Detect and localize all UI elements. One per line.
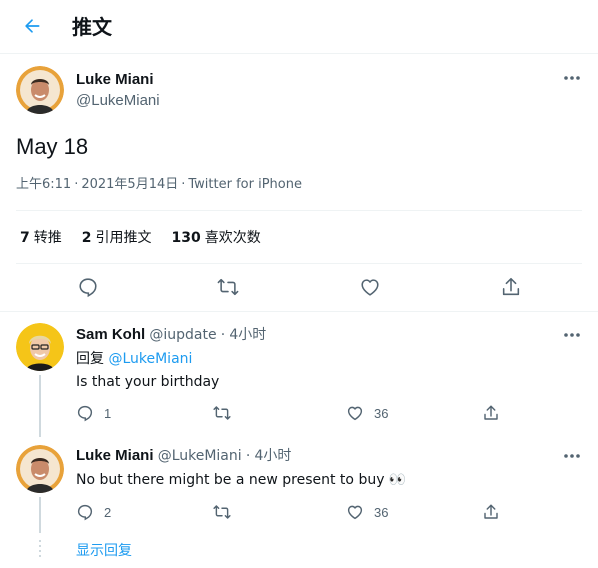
retweet-icon: [213, 406, 231, 420]
retweet-button[interactable]: [216, 275, 240, 299]
like-button[interactable]: 36: [346, 502, 388, 522]
meta-separator: ·: [181, 177, 186, 192]
retweets-stat[interactable]: 7 转推: [20, 228, 62, 248]
reply-author[interactable]: Sam Kohl @iupdate · 4小时: [76, 325, 266, 345]
like-button[interactable]: [358, 275, 382, 299]
more-icon[interactable]: [560, 446, 584, 466]
back-button[interactable]: [16, 10, 48, 42]
reply-icon: [77, 504, 93, 521]
thread-line: [39, 497, 41, 533]
reply-time[interactable]: 4小时: [229, 327, 266, 343]
thread-line: [39, 375, 41, 437]
thread-dots: [39, 540, 41, 558]
like-icon: [361, 279, 379, 296]
retweet-button[interactable]: [212, 502, 242, 522]
avatar-image: [16, 323, 64, 371]
reply-icon: [79, 278, 97, 298]
reply-button[interactable]: 2: [76, 502, 111, 522]
meta-separator: ·: [245, 448, 251, 464]
reply-text: No but there might be a new present to b…: [76, 472, 407, 488]
replying-to: 回复 @LukeMiani: [76, 349, 192, 369]
show-replies-link[interactable]: 显示回复: [76, 541, 132, 561]
share-button[interactable]: [482, 502, 500, 522]
avatar[interactable]: [16, 445, 64, 493]
like-count: 36: [374, 504, 389, 520]
reply-icon: [77, 405, 93, 422]
tweet-source[interactable]: Twitter for iPhone: [188, 177, 302, 192]
meta-separator: ·: [74, 177, 79, 192]
tweet-text: May 18: [16, 134, 89, 159]
reply-text: Is that your birthday: [76, 374, 220, 390]
avatar[interactable]: [16, 66, 64, 114]
avatar-image: [16, 445, 64, 493]
reply-button[interactable]: 1: [76, 403, 111, 423]
divider: [16, 263, 582, 264]
reply-author-name[interactable]: Luke Miani: [76, 447, 154, 464]
reply-author-handle[interactable]: @LukeMiani: [158, 448, 242, 464]
like-count: 36: [374, 405, 389, 421]
replying-to-label: 回复: [76, 351, 104, 367]
share-icon: [484, 504, 498, 519]
avatar[interactable]: [16, 323, 64, 371]
reply-author-handle[interactable]: @iupdate: [149, 327, 216, 343]
likes-stat[interactable]: 130 喜欢次数: [172, 228, 261, 248]
page-title: 推文: [72, 15, 112, 39]
divider: [16, 210, 582, 211]
tweet-actions: [0, 273, 598, 303]
share-icon: [484, 405, 498, 420]
share-button[interactable]: [482, 403, 500, 423]
like-icon: [347, 505, 363, 520]
share-icon: [502, 277, 520, 296]
author-handle[interactable]: @LukeMiani: [76, 91, 160, 111]
meta-separator: ·: [220, 327, 226, 343]
reply-author[interactable]: Luke Miani @LukeMiani · 4小时: [76, 446, 291, 466]
retweet-icon: [217, 278, 239, 296]
like-button[interactable]: 36: [346, 403, 388, 423]
reply-author-name[interactable]: Sam Kohl: [76, 326, 145, 343]
back-arrow-icon: [25, 19, 40, 33]
header: 推文: [0, 0, 598, 54]
author-name[interactable]: Luke Miani: [76, 70, 154, 90]
quotes-stat[interactable]: 2 引用推文: [82, 228, 152, 248]
tweet-date[interactable]: 2021年5月14日: [81, 177, 178, 192]
tweet-stats: 7 转推 2 引用推文 130 喜欢次数: [20, 228, 281, 248]
share-button[interactable]: [499, 275, 523, 299]
retweet-icon: [213, 505, 231, 519]
tweet-time[interactable]: 上午6:11: [16, 177, 71, 192]
retweet-button[interactable]: [212, 403, 242, 423]
more-icon[interactable]: [560, 325, 584, 345]
tweet-meta: 上午6:11 · 2021年5月14日 · Twitter for iPhone: [16, 176, 302, 194]
reply-count: 2: [104, 504, 112, 520]
reply-time[interactable]: 4小时: [254, 448, 291, 464]
reply-count: 1: [104, 405, 112, 421]
divider: [0, 311, 598, 312]
reply-button[interactable]: [76, 275, 100, 299]
replying-to-link[interactable]: @LukeMiani: [108, 351, 192, 367]
more-icon[interactable]: [560, 68, 584, 88]
like-icon: [347, 406, 363, 421]
avatar-image: [16, 66, 64, 114]
